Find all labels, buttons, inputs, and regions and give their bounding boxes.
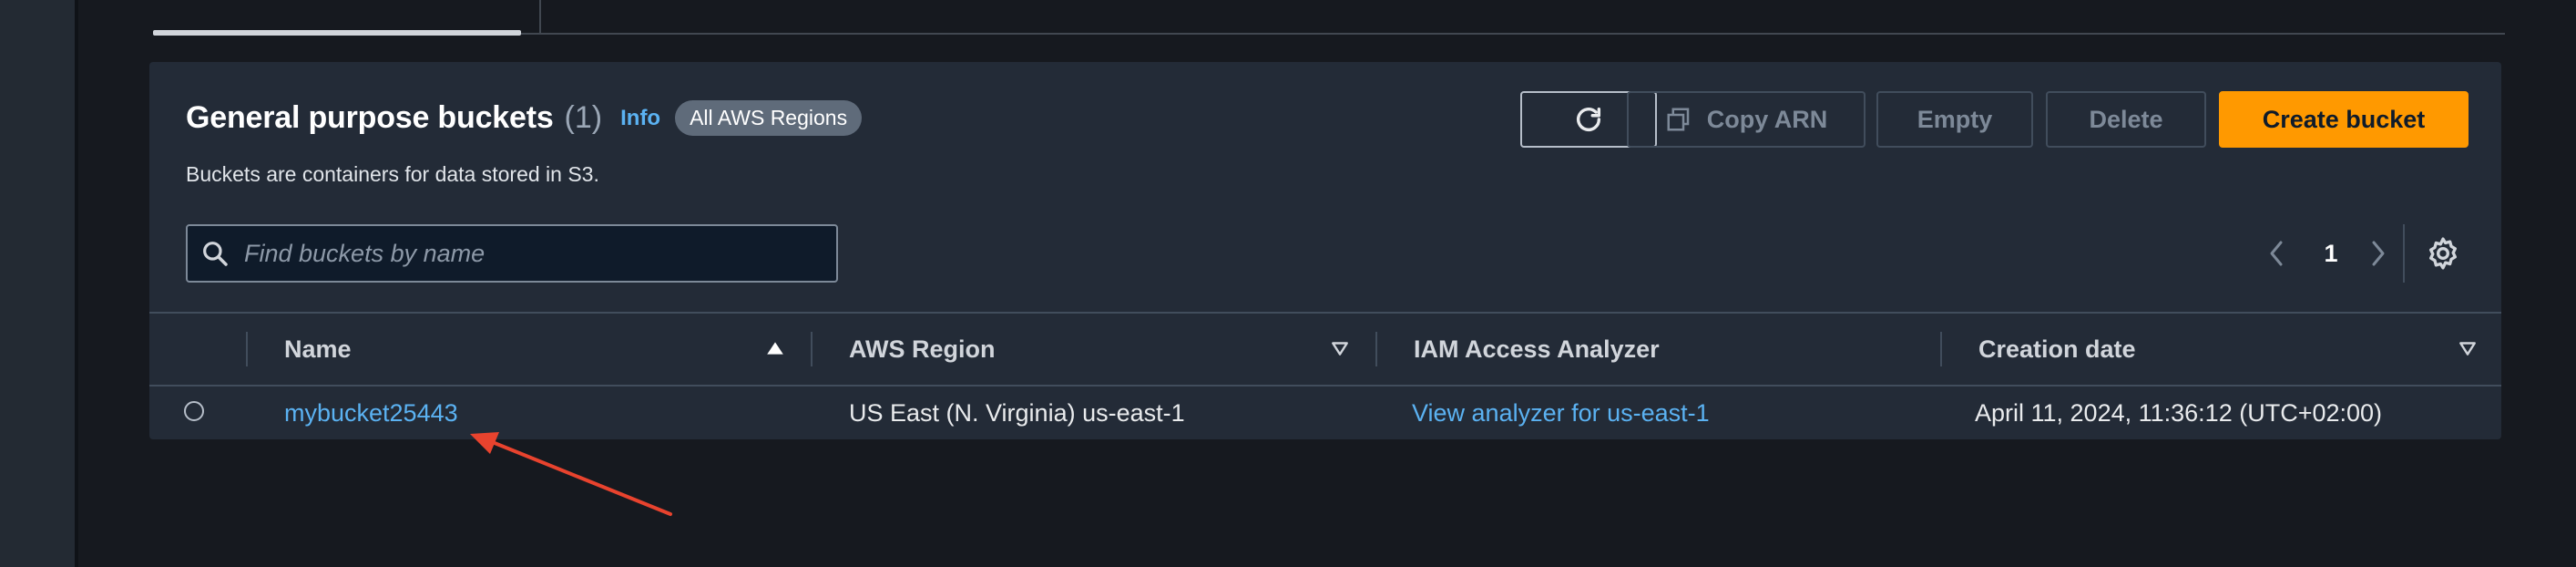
refresh-icon [1576,107,1601,131]
empty-button[interactable]: Empty [1876,91,2033,148]
delete-button[interactable]: Delete [2046,91,2206,148]
column-header-creation-date[interactable]: Creation date [1978,314,2136,385]
column-header-name[interactable]: Name [284,314,352,385]
left-navigation-rail [0,0,78,567]
panel-header: General purpose buckets (1) Info All AWS… [186,100,863,136]
column-separator [1375,332,1377,366]
next-page-icon[interactable] [2365,235,2392,272]
search-input[interactable] [242,238,836,269]
create-bucket-label: Create bucket [2262,105,2426,133]
panel-title: General purpose buckets [186,100,554,135]
bucket-region: US East (N. Virginia) us-east-1 [849,399,1185,427]
sort-ascending-icon[interactable] [765,338,785,358]
search-field[interactable] [186,224,838,283]
sort-icon[interactable] [2458,338,2478,358]
copy-arn-button[interactable]: Copy ARN [1627,91,1866,148]
row-select-radio[interactable] [184,401,204,421]
view-analyzer-link[interactable]: View analyzer for us-east-1 [1412,385,1710,441]
search-icon [203,242,228,266]
buckets-panel: General purpose buckets (1) Info All AWS… [149,62,2501,439]
column-separator [1940,332,1942,366]
empty-label: Empty [1917,105,1993,133]
create-bucket-button[interactable]: Create bucket [2219,91,2469,148]
tab-strip [153,0,2505,36]
pagination-divider [2403,224,2405,283]
bucket-name-link[interactable]: mybucket25443 [284,385,458,441]
bucket-creation-date: April 11, 2024, 11:36:12 (UTC+02:00) [1975,399,2383,427]
table-header: Name AWS Region IAM Access Analyzer Crea… [149,312,2501,387]
active-tab-indicator [153,30,521,36]
column-separator [811,332,813,366]
sort-icon[interactable] [1330,338,1350,358]
column-header-region[interactable]: AWS Region [849,314,996,385]
delete-label: Delete [2089,105,2163,133]
previous-page-icon[interactable] [2263,235,2290,272]
tab-divider [539,0,541,33]
current-page-number[interactable]: 1 [2317,235,2345,272]
table-row: mybucket25443 US East (N. Virginia) us-e… [149,385,2501,441]
column-header-access-analyzer: IAM Access Analyzer [1414,335,1660,363]
column-separator [246,332,248,366]
bucket-count: (1) [564,100,603,135]
copy-icon [1667,108,1689,131]
copy-arn-label: Copy ARN [1706,105,1828,133]
gear-icon[interactable] [2423,235,2463,272]
info-link[interactable]: Info [620,106,660,131]
panel-description: Buckets are containers for data stored i… [186,162,599,186]
region-filter-badge: All AWS Regions [675,100,863,136]
